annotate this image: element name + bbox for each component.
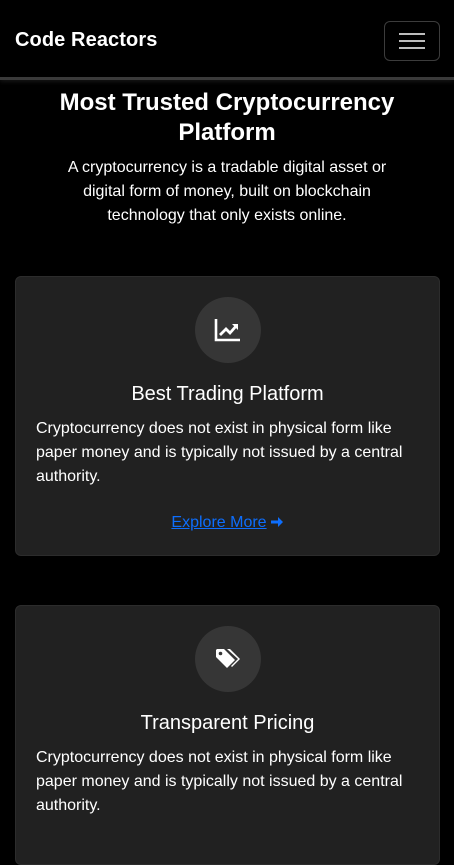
chart-line-icon — [214, 319, 240, 342]
hero-description: A cryptocurrency is a tradable digital a… — [67, 159, 387, 224]
hero-section: Most Trusted Cryptocurrency Platform A c… — [0, 88, 454, 228]
explore-more-label: Explore More — [171, 514, 267, 531]
feature-card-pricing: Transparent Pricing Cryptocurrency does … — [15, 605, 440, 865]
card-title: Best Trading Platform — [131, 383, 324, 405]
card-text: Cryptocurrency does not exist in physica… — [36, 749, 403, 814]
explore-more-link[interactable]: Explore More — [16, 514, 439, 534]
tags-icon — [216, 649, 240, 668]
brand-logo-text[interactable]: Code Reactors — [15, 29, 157, 52]
hero-title: Most Trusted Cryptocurrency Platform — [59, 89, 395, 146]
card-title: Transparent Pricing — [140, 712, 315, 734]
navbar: Code Reactors — [0, 0, 454, 80]
hamburger-menu-icon — [399, 33, 425, 49]
card-text: Cryptocurrency does not exist in physica… — [36, 420, 403, 485]
navbar-toggle-button[interactable] — [384, 21, 440, 61]
icon-circle — [195, 297, 261, 363]
arrow-right-icon — [270, 515, 284, 534]
feature-card-trading: Best Trading Platform Cryptocurrency doe… — [15, 276, 440, 556]
icon-circle — [195, 626, 261, 692]
